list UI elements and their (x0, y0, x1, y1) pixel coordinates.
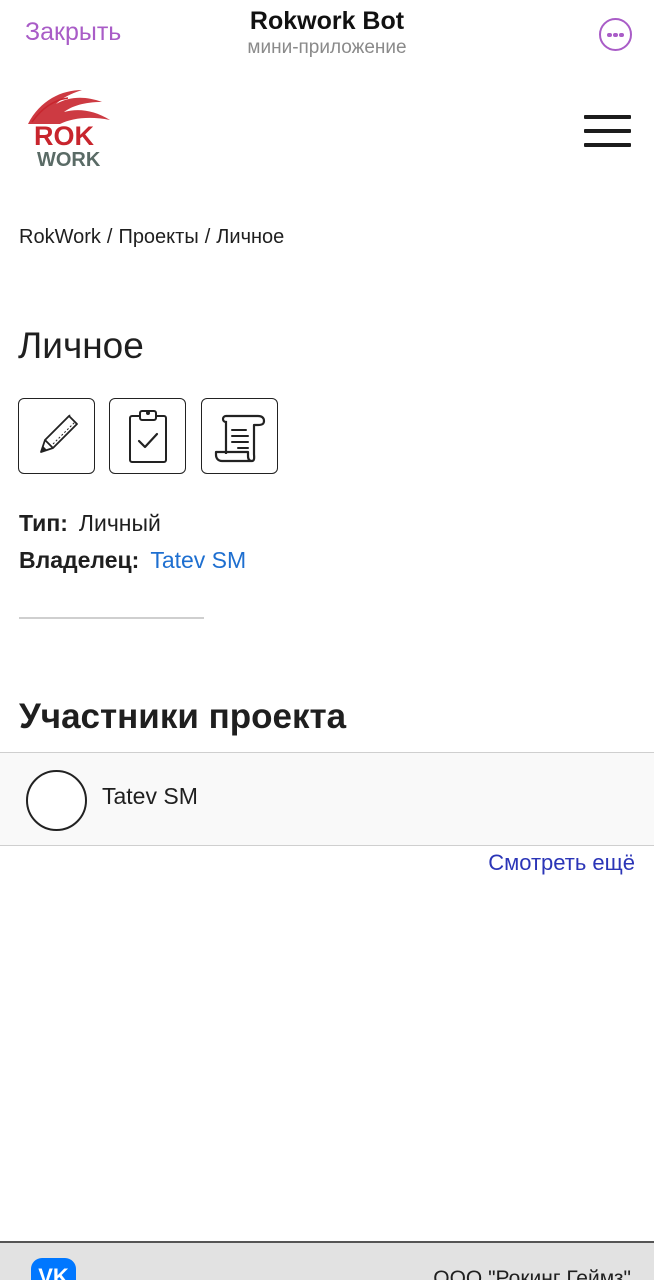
logo-mark-icon: ROK WORK (28, 90, 110, 171)
project-meta: Тип: Личный Владелец: Tatev SM (19, 508, 246, 582)
page: Закрыть Rokwork Bot мини-приложение ROK … (0, 0, 654, 1280)
bot-title: Rokwork Bot (249, 7, 405, 35)
breadcrumb-separator: / (106, 226, 113, 248)
see-more-link[interactable]: Смотреть ещё (488, 850, 635, 876)
hamburger-line (584, 143, 631, 147)
company-name: ООО "Рокинг Геймз" (433, 1267, 631, 1280)
type-label: Тип: (19, 510, 68, 536)
more-icon[interactable] (599, 18, 632, 51)
breadcrumb-separator: / (204, 226, 211, 248)
document-button[interactable] (201, 398, 278, 474)
hamburger-icon[interactable] (584, 114, 632, 148)
more-dot (619, 32, 624, 37)
breadcrumb: RokWork / Проекты / Личное (19, 226, 284, 249)
clipboard-check-icon (128, 410, 167, 463)
edit-button[interactable] (18, 398, 95, 474)
scroll-document-icon (214, 414, 265, 463)
pencil-icon (39, 413, 78, 453)
type-value: Личный (78, 510, 161, 536)
owner-label: Владелец: (19, 547, 140, 573)
rokwork-logo[interactable]: ROK WORK (20, 86, 116, 172)
avatar (26, 770, 87, 831)
members-list: Tatev SM (0, 752, 654, 846)
hamburger-line (584, 115, 631, 119)
page-title: Личное (18, 325, 144, 366)
breadcrumb-item-rokwork[interactable]: RokWork (19, 226, 101, 248)
logo-text-work: WORK (37, 149, 101, 171)
bot-subtitle: мини-приложение (247, 37, 407, 58)
list-item[interactable]: Tatev SM (0, 752, 654, 846)
more-dot (613, 32, 618, 37)
owner-link[interactable]: Tatev SM (150, 547, 246, 573)
footer: VK ООО "Рокинг Геймз" (0, 1241, 654, 1280)
vk-icon[interactable]: VK (31, 1258, 76, 1280)
bot-title-block: Rokwork Bot мини-приложение (0, 6, 654, 60)
more-dot (607, 32, 612, 37)
breadcrumb-item-projects[interactable]: Проекты (118, 226, 198, 248)
hamburger-line (584, 129, 631, 133)
telegram-header: Закрыть Rokwork Bot мини-приложение (0, 0, 654, 70)
member-name: Tatev SM (102, 783, 198, 809)
tasks-button[interactable] (109, 398, 186, 474)
logo-text-rok: ROK (34, 121, 95, 151)
meta-row-owner: Владелец: Tatev SM (19, 545, 246, 582)
breadcrumb-item-current: Личное (216, 226, 285, 248)
members-section-title: Участники проекта (19, 697, 347, 736)
divider (19, 617, 204, 619)
meta-row-type: Тип: Личный (19, 508, 246, 545)
